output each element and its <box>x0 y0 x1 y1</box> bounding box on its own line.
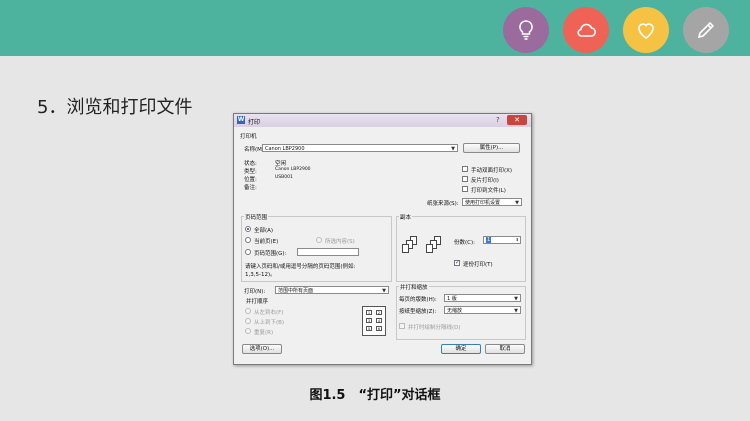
range-pages-label: 页码范围(G): <box>254 251 287 257</box>
comment-label: 备注: <box>244 185 257 191</box>
range-hint-line1: 请键入页码和/或用逗号分隔的页码范围(例如: <box>245 264 356 270</box>
properties-button[interactable]: 属性(P)... <box>463 143 520 153</box>
range-pages-radio[interactable] <box>245 249 251 255</box>
status-label: 状态: <box>244 161 257 167</box>
order-repeat-radio[interactable] <box>245 328 251 334</box>
reverse-print-checkbox[interactable] <box>462 176 468 182</box>
ok-button[interactable]: 确定 <box>441 344 481 354</box>
paper-source-select[interactable]: 使用打印机设置 ▼ <box>462 198 522 206</box>
paper-source-label: 纸张来源(S): <box>427 201 459 207</box>
copies-group <box>396 216 526 282</box>
range-all-radio[interactable] <box>245 226 251 232</box>
dropdown-arrow-icon: ▼ <box>451 146 455 152</box>
scale-value: 无缩放 <box>447 308 463 314</box>
range-all-label: 全部(A) <box>254 228 274 234</box>
order-cell: 1 <box>366 310 372 315</box>
copies-title: 副本 <box>399 213 413 221</box>
order-cell: 4 <box>376 318 382 323</box>
order-cell: 3 <box>366 318 372 323</box>
range-hint-line2: 1,3,5-12)。 <box>245 272 276 278</box>
reverse-print-label: 反片打印(I) <box>471 178 499 184</box>
duplex-manual-label: 手动双面打印(X) <box>471 168 513 174</box>
collate-label: 逐份打印(T) <box>463 262 493 268</box>
pencil-icon <box>683 7 729 53</box>
order-top-bottom-radio[interactable] <box>245 318 251 324</box>
copies-count-input[interactable]: 1 ⬍ <box>483 236 521 244</box>
order-cell: 2 <box>376 310 382 315</box>
pages-per-sheet-value: 1 版 <box>447 296 457 302</box>
slide-title: 5．浏览和打印文件 <box>37 97 193 118</box>
status-value: 空闲 <box>275 161 287 167</box>
zoom-title: 并打和缩放 <box>399 283 429 291</box>
pages-per-sheet-select[interactable]: 1 版 ▼ <box>444 294 521 302</box>
order-repeat-label: 重复(R) <box>254 330 274 336</box>
order-cell: 6 <box>376 326 382 331</box>
print-what-value: 范围中所有页面 <box>278 288 314 294</box>
draw-borders-label: 并打时绘制分隔线(D) <box>408 325 461 331</box>
wps-app-icon: W <box>237 116 245 124</box>
duplex-manual-checkbox[interactable] <box>462 166 468 172</box>
scale-select[interactable]: 无缩放 ▼ <box>444 306 521 314</box>
dialog-title: 打印 <box>248 119 261 126</box>
draw-borders-checkbox[interactable] <box>399 323 405 329</box>
where-value: USB001 <box>275 175 293 180</box>
spinner-icon[interactable]: ⬍ <box>516 236 519 243</box>
print-what-label: 打印(N): <box>244 289 266 295</box>
order-section-title: 并打顺序 <box>246 299 269 305</box>
help-icon[interactable]: ? <box>496 116 500 124</box>
dropdown-arrow-icon: ▼ <box>515 200 519 206</box>
copies-count-value: 1 <box>486 237 492 243</box>
paper-source-value: 使用打印机设置 <box>465 200 501 206</box>
cloud-icon <box>563 7 609 53</box>
options-button[interactable]: 选项(O)... <box>242 344 282 354</box>
range-selection-label: 所选内容(S) <box>325 239 355 245</box>
type-label: 类型: <box>244 169 257 175</box>
print-dialog: W 打印 ? ✕ 打印机 名称(M): Canon LBP2900 ▼ 属性(P… <box>233 113 532 365</box>
printer-name-value: Canon LBP2900 <box>265 146 305 152</box>
dropdown-arrow-icon: ▼ <box>514 308 518 314</box>
page-range-title: 页码范围 <box>244 213 269 221</box>
order-left-right-radio[interactable] <box>245 308 251 314</box>
scale-label: 按纸型缩放(Z): <box>399 309 437 315</box>
print-to-file-checkbox[interactable] <box>462 186 468 192</box>
range-current-label: 当前页(E) <box>254 239 279 245</box>
heart-icon <box>623 7 669 53</box>
printer-name-select[interactable]: Canon LBP2900 ▼ <box>262 144 458 152</box>
where-label: 位置: <box>244 177 257 183</box>
dropdown-arrow-icon: ▼ <box>514 296 518 302</box>
cancel-button[interactable]: 取消 <box>485 344 525 354</box>
lightbulb-icon <box>503 7 549 53</box>
order-left-right-label: 从左到右(F) <box>254 310 284 316</box>
page-range-input[interactable] <box>297 248 359 256</box>
range-selection-radio[interactable] <box>316 237 322 243</box>
order-preview-icon: 1 2 3 4 5 6 <box>362 306 386 336</box>
print-what-select[interactable]: 范围中所有页面 ▼ <box>275 286 389 294</box>
type-value: Canon LBP2900 <box>275 167 311 172</box>
close-icon[interactable]: ✕ <box>507 115 527 125</box>
print-to-file-label: 打印到文件(L) <box>471 188 506 194</box>
printer-section-title: 打印机 <box>240 134 257 140</box>
collate-checkbox[interactable] <box>454 259 460 266</box>
range-current-radio[interactable] <box>245 237 251 243</box>
order-cell: 5 <box>366 326 372 331</box>
pages-per-sheet-label: 每页的版数(H): <box>399 297 437 303</box>
dropdown-arrow-icon: ▼ <box>382 288 386 294</box>
order-top-bottom-label: 从上到下(B) <box>254 320 285 326</box>
figure-caption: 图1.5 “打印”对话框 <box>309 388 441 403</box>
copies-count-label: 份数(C): <box>454 240 475 246</box>
dialog-titlebar: W 打印 ? ✕ <box>234 114 531 127</box>
